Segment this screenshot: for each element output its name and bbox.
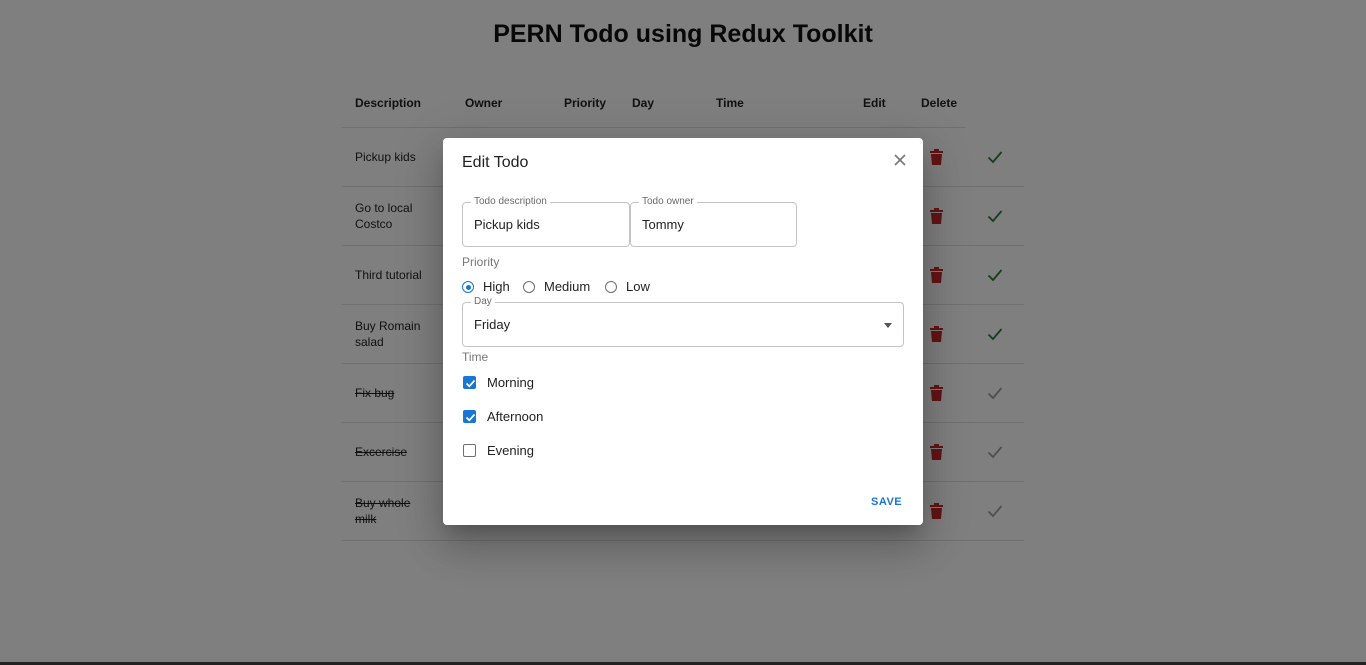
todo-owner-value: Tommy [642, 217, 684, 232]
time-label: Time [462, 350, 489, 364]
time-option-label: Afternoon [487, 409, 544, 424]
todo-owner-label: Todo owner [639, 196, 697, 208]
checkbox-box [463, 410, 476, 423]
day-select-label: Day [471, 296, 495, 308]
priority-option-label: High [483, 279, 510, 294]
todo-owner-field[interactable]: Todo owner Tommy [630, 196, 797, 247]
radio-circle [523, 281, 535, 293]
radio-circle [462, 281, 474, 293]
day-select-value: Friday [474, 317, 511, 332]
todo-description-label: Todo description [471, 196, 550, 208]
dialog-title: Edit Todo [462, 154, 529, 171]
close-icon[interactable] [892, 152, 908, 168]
todo-description-value: Pickup kids [474, 217, 540, 232]
time-option-label: Evening [487, 443, 534, 458]
priority-label: Priority [462, 255, 500, 269]
priority-option-label: Low [626, 279, 650, 294]
checkbox-box [463, 444, 476, 457]
save-button[interactable]: SAVE [871, 496, 902, 508]
time-option-label: Morning [487, 375, 534, 390]
priority-option-label: Medium [544, 279, 591, 294]
day-select[interactable]: Day Friday [462, 296, 904, 347]
checkbox-box [463, 376, 476, 389]
arrow-drop-down-icon [884, 323, 892, 328]
todo-description-field[interactable]: Todo description Pickup kids [462, 196, 630, 247]
checkmark-icon [465, 379, 476, 388]
checkmark-icon [465, 413, 476, 422]
radio-circle [605, 281, 617, 293]
edit-todo-dialog: Edit Todo Todo description Pickup kids T… [443, 138, 923, 525]
